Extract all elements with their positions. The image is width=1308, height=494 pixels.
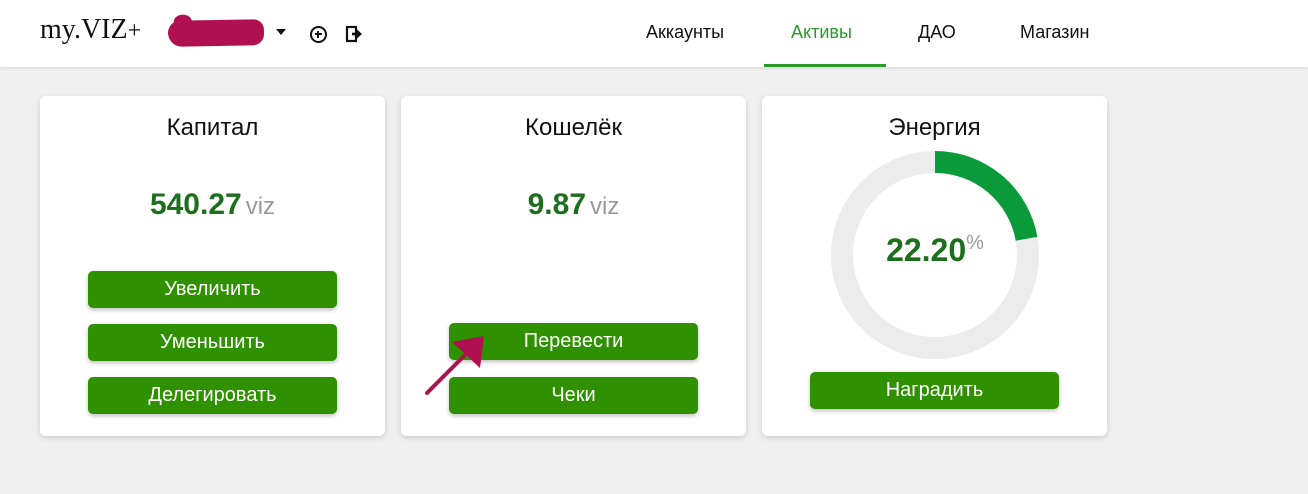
- energy-gauge: 22.20%: [830, 150, 1040, 360]
- capital-value: 540.27: [149, 188, 242, 221]
- nav-item-assets[interactable]: Активы: [791, 22, 852, 43]
- nav-item-accounts[interactable]: Аккаунты: [646, 22, 724, 43]
- nav-item-shop[interactable]: Магазин: [1020, 22, 1089, 43]
- energy-card: Энергия 22.20% Наградить: [762, 96, 1107, 436]
- increase-button[interactable]: Увеличить: [88, 271, 337, 308]
- nav-item-dao[interactable]: ДАО: [918, 22, 956, 43]
- wallet-value: 9.87: [527, 188, 587, 221]
- account-name-redacted[interactable]: [167, 19, 265, 47]
- capital-balance: 540.27 viz: [40, 188, 385, 222]
- capital-unit: viz: [245, 193, 276, 220]
- reward-button[interactable]: Наградить: [810, 372, 1059, 409]
- capital-title: Капитал: [166, 114, 259, 141]
- energy-title: Энергия: [888, 114, 981, 141]
- annotation-arrow-icon: [425, 336, 484, 395]
- caret-down-icon[interactable]: [276, 29, 286, 35]
- logo-plus: +: [127, 18, 142, 44]
- energy-unit: %: [966, 232, 984, 254]
- logo-text: my.VIZ: [40, 14, 128, 45]
- top-header: my.VIZ+ Аккаунты Активы ДАО Магазин: [0, 0, 1308, 67]
- delegate-button[interactable]: Делегировать: [88, 377, 337, 414]
- energy-readout: 22.20%: [830, 232, 1040, 269]
- decrease-button[interactable]: Уменьшить: [88, 324, 337, 361]
- capital-card: Капитал 540.27 viz Увеличить Уменьшить Де…: [40, 96, 385, 436]
- energy-value: 22.20: [886, 232, 967, 268]
- logo[interactable]: my.VIZ+: [40, 14, 141, 46]
- plus-circle-icon[interactable]: [308, 24, 328, 44]
- active-tab-indicator: [764, 64, 886, 67]
- wallet-balance: 9.87 viz: [401, 188, 746, 222]
- logout-icon[interactable]: [344, 24, 364, 44]
- wallet-title: Кошелёк: [525, 114, 622, 141]
- wallet-unit: viz: [590, 193, 620, 220]
